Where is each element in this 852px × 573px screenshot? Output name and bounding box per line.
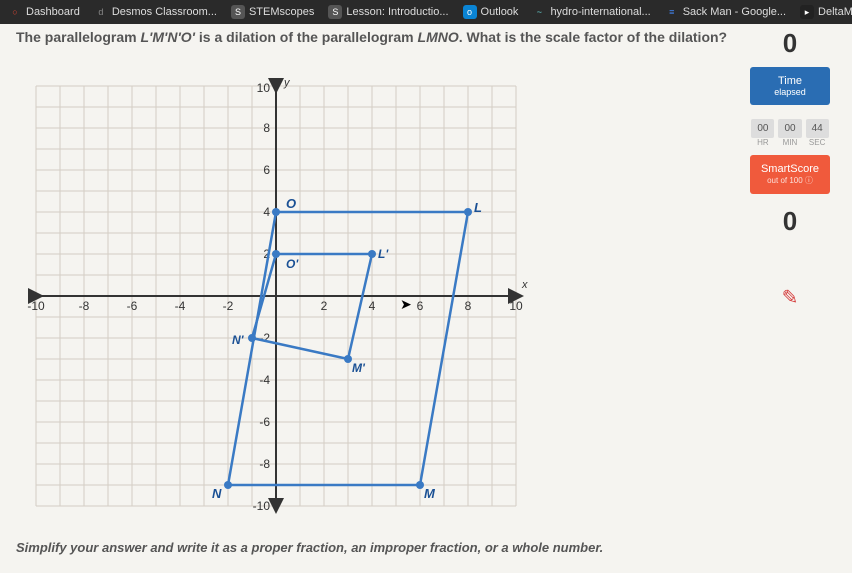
coordinate-graph[interactable]: -10-8-6-4-2 246810 108642 -2-4-6-8-10 x … bbox=[16, 56, 536, 536]
bookmark-sackman[interactable]: ≡Sack Man - Google... bbox=[665, 5, 786, 19]
bookmark-outlook[interactable]: oOutlook bbox=[463, 5, 519, 19]
sidebar: 0 Time elapsed 00 00 44 HRMINSEC SmartSc… bbox=[740, 28, 840, 310]
svg-text:N: N bbox=[212, 486, 222, 501]
svg-text:y: y bbox=[283, 77, 291, 89]
svg-text:L: L bbox=[474, 200, 482, 215]
svg-text:M: M bbox=[424, 486, 436, 501]
bookmark-dashboard[interactable]: ○Dashboard bbox=[8, 5, 80, 19]
instruction-text: Simplify your answer and write it as a p… bbox=[16, 540, 836, 555]
bookmark-deltamath[interactable]: ▸DeltaMath bbox=[800, 5, 852, 19]
svg-text:4: 4 bbox=[369, 299, 376, 313]
bookmark-desmos[interactable]: dDesmos Classroom... bbox=[94, 5, 217, 19]
bookmark-lesson[interactable]: SLesson: Introductio... bbox=[328, 5, 448, 19]
svg-text:x: x bbox=[521, 279, 528, 291]
svg-text:8: 8 bbox=[263, 121, 270, 135]
svg-text:-8: -8 bbox=[79, 299, 90, 313]
svg-text:8: 8 bbox=[465, 299, 472, 313]
smartscore-value: 0 bbox=[783, 206, 797, 237]
svg-text:6: 6 bbox=[263, 163, 270, 177]
svg-text:O': O' bbox=[286, 257, 299, 271]
svg-text:4: 4 bbox=[263, 205, 270, 219]
bookmarks-bar: ○Dashboard dDesmos Classroom... SSTEMsco… bbox=[0, 0, 852, 24]
answered-counter: 0 bbox=[783, 28, 797, 59]
question-text: The parallelogram L'M'N'O' is a dilation… bbox=[16, 28, 836, 48]
svg-text:-4: -4 bbox=[175, 299, 186, 313]
svg-text:-10: -10 bbox=[253, 499, 271, 513]
pencil-icon[interactable]: ✎ bbox=[782, 285, 799, 310]
svg-text:-8: -8 bbox=[259, 457, 270, 471]
svg-text:10: 10 bbox=[509, 299, 523, 313]
svg-text:-10: -10 bbox=[27, 299, 45, 313]
time-elapsed-box: Time elapsed bbox=[750, 67, 830, 105]
svg-text:-6: -6 bbox=[259, 415, 270, 429]
smartscore-box: SmartScore out of 100 ⓘ bbox=[750, 155, 830, 194]
svg-text:M': M' bbox=[352, 361, 366, 375]
svg-text:L': L' bbox=[378, 247, 389, 261]
svg-text:10: 10 bbox=[257, 81, 271, 95]
svg-text:6: 6 bbox=[417, 299, 424, 313]
svg-text:N': N' bbox=[232, 333, 245, 347]
svg-text:-6: -6 bbox=[127, 299, 138, 313]
svg-text:-2: -2 bbox=[223, 299, 234, 313]
svg-text:2: 2 bbox=[321, 299, 328, 313]
bookmark-hydro[interactable]: ~hydro-international... bbox=[532, 5, 650, 19]
main-content: The parallelogram L'M'N'O' is a dilation… bbox=[0, 24, 852, 559]
svg-text:O: O bbox=[286, 196, 296, 211]
bookmark-stemscopes[interactable]: SSTEMscopes bbox=[231, 5, 314, 19]
time-values: 00 00 44 bbox=[751, 119, 828, 138]
svg-text:-4: -4 bbox=[259, 373, 270, 387]
